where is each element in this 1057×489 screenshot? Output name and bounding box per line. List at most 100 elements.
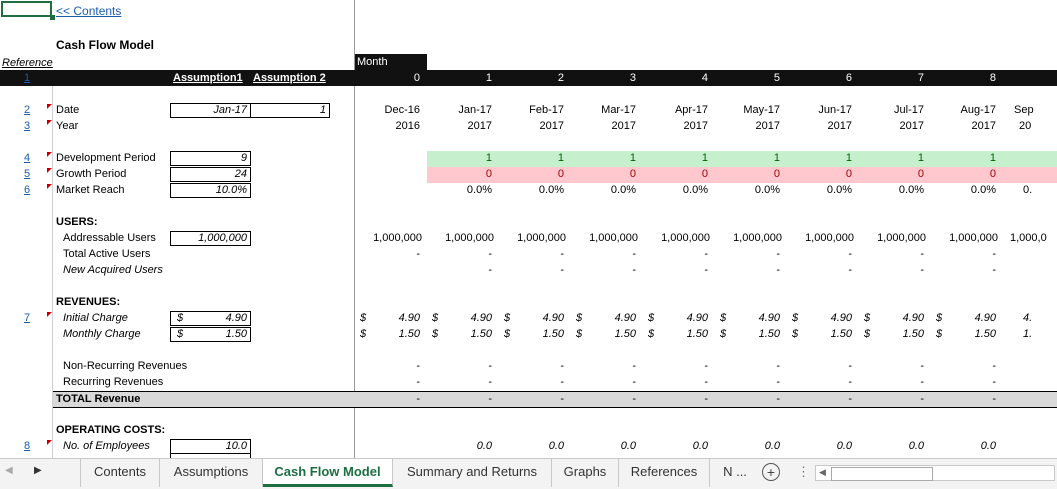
- growth-flag-value: 0: [629, 168, 636, 180]
- month-date: Apr-17: [674, 104, 708, 116]
- tab-assumptions[interactable]: Assumptions: [160, 459, 263, 487]
- tab-contents[interactable]: Contents: [80, 459, 160, 487]
- date-a2-input[interactable]: 1: [250, 103, 330, 118]
- employees-value: 0.0: [620, 440, 636, 452]
- tab-more[interactable]: N ...: [710, 459, 760, 487]
- month-number: 6: [845, 72, 852, 84]
- monthly-charge-value: 1.50: [686, 328, 708, 340]
- row-label-recurring: Recurring Revenues: [63, 376, 164, 388]
- non-recurring-value: -: [560, 360, 564, 372]
- market-reach-value: 0.0%: [826, 184, 852, 196]
- month-date: Aug-17: [960, 104, 996, 116]
- month-date: Mar-17: [601, 104, 636, 116]
- horizontal-scrollbar[interactable]: ◀: [815, 465, 1055, 481]
- comment-marker[interactable]: [47, 440, 52, 445]
- ref-link-2[interactable]: 2: [24, 104, 30, 116]
- employees-input[interactable]: 10.0: [170, 439, 251, 454]
- date-input[interactable]: Jan-17: [170, 103, 251, 118]
- total-revenue-value: -: [704, 393, 708, 405]
- scrollbar-left-icon[interactable]: ◀: [819, 467, 826, 478]
- comment-marker[interactable]: [47, 104, 52, 109]
- employees-value: 0.0: [476, 440, 492, 452]
- scrollbar-thumb[interactable]: [831, 467, 933, 481]
- ref-link-3[interactable]: 3: [24, 120, 30, 132]
- month-year: 2017: [539, 120, 564, 132]
- comment-marker[interactable]: [47, 312, 52, 317]
- dev-flag-value: 1: [845, 152, 852, 164]
- total-revenue-row: [53, 391, 1057, 408]
- row-label-addressable: Addressable Users: [63, 232, 156, 244]
- dev-flag-value: 1: [773, 152, 780, 164]
- non-recurring-value: -: [992, 360, 996, 372]
- contents-link[interactable]: << Contents: [56, 4, 121, 18]
- initial-charge-input[interactable]: $ 4.90: [170, 311, 251, 326]
- ref-link-1[interactable]: 1: [24, 72, 30, 84]
- currency-symbol: $: [936, 328, 943, 340]
- month-date: Feb-17: [529, 104, 564, 116]
- tab-graphs[interactable]: Graphs: [552, 459, 619, 487]
- reference-label: Reference: [2, 57, 53, 69]
- tab-references[interactable]: References: [619, 459, 710, 487]
- comment-marker[interactable]: [47, 152, 52, 157]
- total-active-value: -: [560, 248, 564, 260]
- total-active-value: -: [920, 248, 924, 260]
- scroll-left-icon[interactable]: ◀: [5, 465, 13, 476]
- recurring-value: -: [416, 376, 420, 388]
- more-options-icon[interactable]: ⋮: [797, 464, 810, 480]
- month-date: May-17: [743, 104, 780, 116]
- growth-flag-value: 0: [701, 168, 708, 180]
- addressable-value: 1,000,000: [373, 232, 422, 244]
- monthly-charge-value: 1.50: [225, 328, 247, 340]
- recurring-value: -: [704, 376, 708, 388]
- monthly-charge-value: 1.50: [902, 328, 924, 340]
- tab-cash-flow-model[interactable]: Cash Flow Model: [263, 459, 393, 487]
- ref-link-8[interactable]: 8: [24, 440, 30, 452]
- initial-charge-value: 4.90: [470, 312, 492, 324]
- month-year: 2017: [467, 120, 492, 132]
- addressable-value: 1,000,0: [1010, 232, 1047, 244]
- recurring-value: -: [488, 376, 492, 388]
- add-sheet-icon[interactable]: +: [762, 463, 780, 481]
- scroll-right-icon[interactable]: ▶: [34, 465, 42, 476]
- market-reach-input[interactable]: 10.0%: [170, 183, 251, 198]
- monthly-charge-value: 1.: [1023, 328, 1033, 340]
- currency-symbol: $: [648, 312, 655, 324]
- monthly-charge-input[interactable]: $ 1.50: [170, 327, 251, 342]
- ref-link-4[interactable]: 4: [24, 152, 30, 164]
- spreadsheet-grid[interactable]: << Contents Cash Flow Model Reference Mo…: [0, 0, 1057, 458]
- addressable-value: 1,000,000: [805, 232, 854, 244]
- currency-symbol: $: [504, 312, 511, 324]
- selected-cell[interactable]: [1, 1, 52, 17]
- total-revenue-value: -: [632, 393, 636, 405]
- addressable-value: 1,000,000: [733, 232, 782, 244]
- ref-link-7[interactable]: 7: [24, 312, 30, 324]
- monthly-charge-value: 1.50: [614, 328, 636, 340]
- currency-symbol: $: [864, 312, 871, 324]
- non-recurring-value: -: [848, 360, 852, 372]
- total-revenue-value: -: [920, 393, 924, 405]
- total-active-value: -: [848, 248, 852, 260]
- addressable-value: 1,000,000: [517, 232, 566, 244]
- employees-value: 0.0: [548, 440, 564, 452]
- tab-summary-and-returns[interactable]: Summary and Returns: [393, 459, 552, 487]
- market-reach-value: 0.0%: [970, 184, 996, 196]
- assumption1-header: Assumption1: [173, 72, 243, 84]
- comment-marker[interactable]: [47, 184, 52, 189]
- dev-period-input[interactable]: 9: [170, 151, 251, 166]
- ref-link-6[interactable]: 6: [24, 184, 30, 196]
- market-reach-value: 0.0%: [610, 184, 636, 196]
- addressable-value: 1,000,000: [661, 232, 710, 244]
- monthly-charge-value: 1.50: [542, 328, 564, 340]
- fill-handle[interactable]: [50, 15, 55, 20]
- ref-link-5[interactable]: 5: [24, 168, 30, 180]
- currency-symbol: $: [360, 312, 367, 324]
- employees-value: 0.0: [836, 440, 852, 452]
- employees-value: 0.0: [980, 440, 996, 452]
- currency-symbol: $: [720, 328, 727, 340]
- growth-period-input[interactable]: 24: [170, 167, 251, 182]
- comment-marker[interactable]: [47, 120, 52, 125]
- addressable-users-input[interactable]: 1,000,000: [170, 231, 251, 246]
- employees-value: 0.0: [908, 440, 924, 452]
- comment-marker[interactable]: [47, 168, 52, 173]
- initial-charge-value: 4.90: [686, 312, 708, 324]
